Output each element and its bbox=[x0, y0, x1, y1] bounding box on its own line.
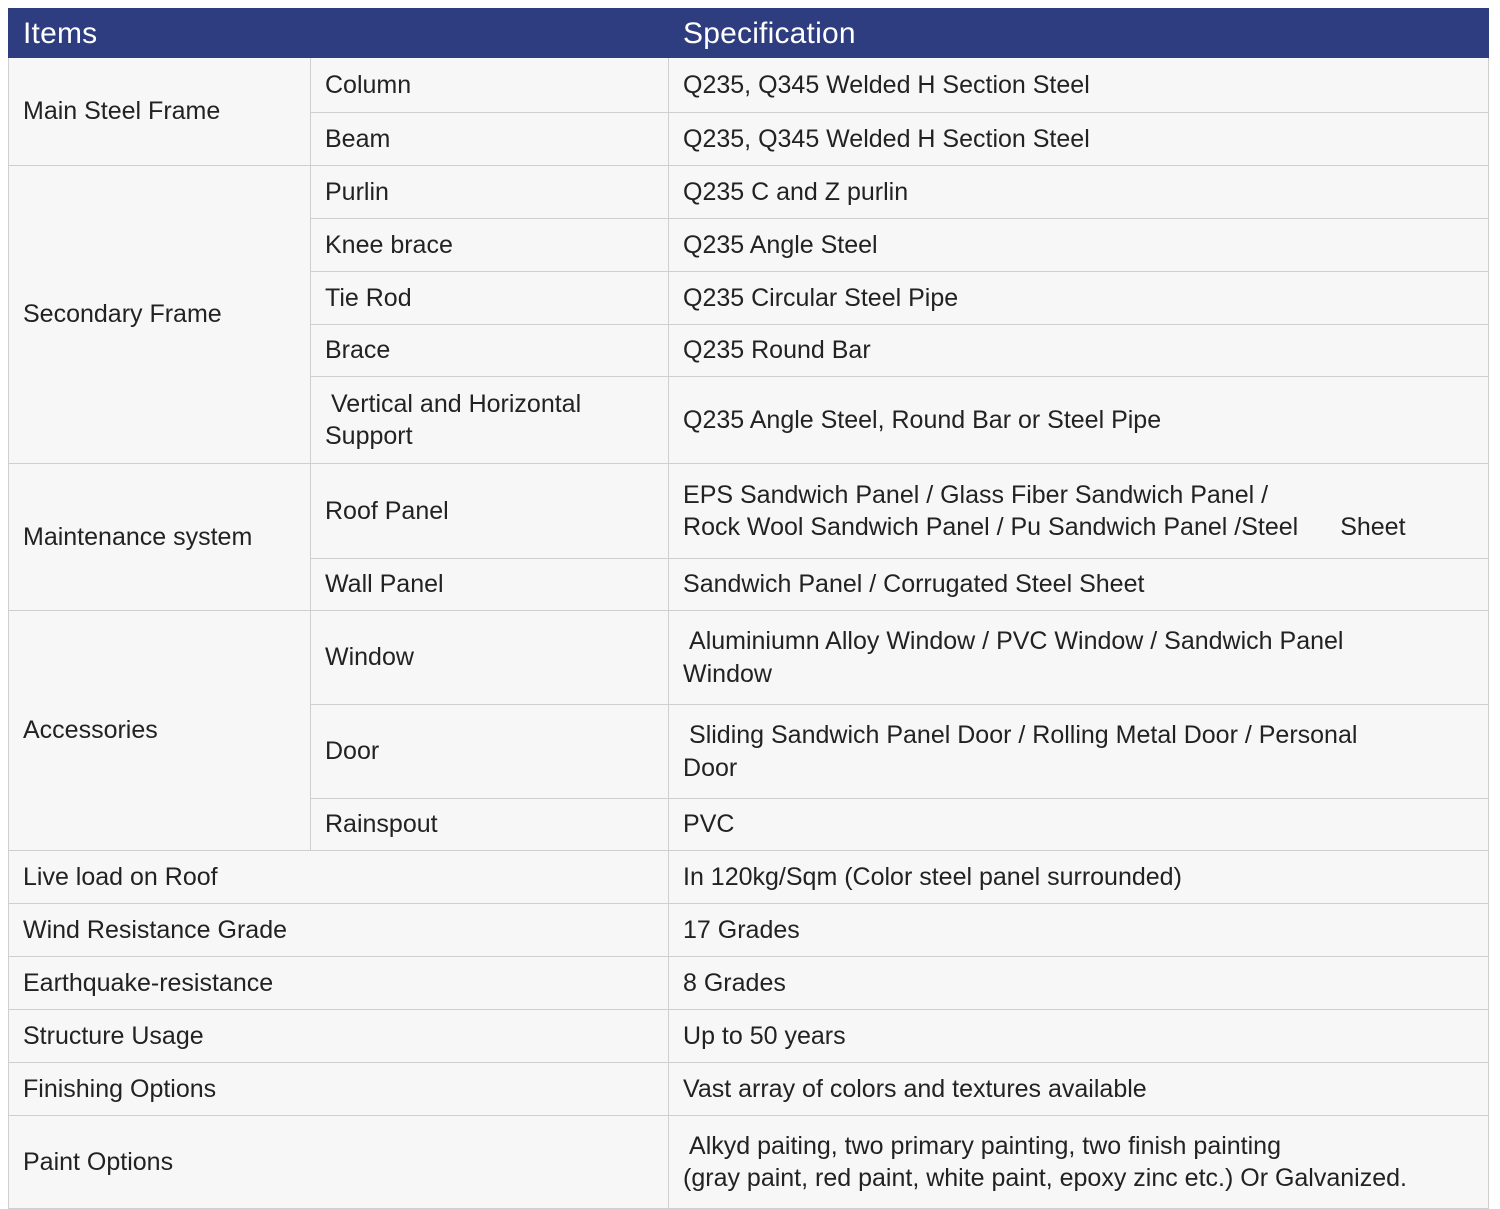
spec-value-vertical-horizontal-support: Q235 Angle Steel, Round Bar or Steel Pip… bbox=[668, 376, 1490, 464]
table-row: Structure Usage Up to 50 years bbox=[7, 1009, 1490, 1063]
header-items: Items bbox=[7, 8, 670, 58]
spec-line-2-part-b: Sheet bbox=[1340, 513, 1406, 541]
item-label-door: Door bbox=[309, 704, 670, 799]
spec-value-finishing-options: Vast array of colors and textures availa… bbox=[668, 1062, 1490, 1116]
spec-line-2: Rock Wool Sandwich Panel / Pu Sandwich P… bbox=[683, 511, 1488, 544]
group-label-maintenance-system: Maintenance system bbox=[8, 463, 311, 611]
item-label-tie-rod: Tie Rod bbox=[309, 271, 670, 325]
spec-line-1: Alkyd paiting, two primary painting, two… bbox=[689, 1131, 1281, 1160]
item-label-line-1: Vertical and Horizontal bbox=[331, 389, 582, 418]
spec-value-wind-resistance-grade: 17 Grades bbox=[668, 903, 1490, 957]
table-row: Live load on Roof In 120kg/Sqm (Color st… bbox=[7, 850, 1490, 904]
spec-value-earthquake-resistance: 8 Grades bbox=[668, 956, 1490, 1010]
spec-value-window: Aluminiumn Alloy Window / PVC Window / S… bbox=[668, 610, 1490, 705]
table-row: Secondary Frame Purlin Q235 C and Z purl… bbox=[8, 165, 1490, 464]
spec-value-live-load-on-roof: In 120kg/Sqm (Color steel panel surround… bbox=[668, 850, 1490, 904]
item-label-structure-usage: Structure Usage bbox=[7, 1009, 670, 1063]
spec-line-2: (gray paint, red paint, white paint, epo… bbox=[683, 1164, 1407, 1192]
spec-value-beam: Q235, Q345 Welded H Section Steel bbox=[668, 112, 1490, 166]
building-specification-table: Items Specification Main Steel Frame Col… bbox=[7, 8, 1490, 1209]
header-specification: Specification bbox=[668, 8, 1490, 58]
spec-line-2: Door bbox=[683, 753, 738, 782]
spec-value-structure-usage: Up to 50 years bbox=[668, 1009, 1490, 1063]
spec-value-column: Q235, Q345 Welded H Section Steel bbox=[668, 57, 1490, 113]
item-label-purlin: Purlin bbox=[309, 165, 670, 219]
spec-line-1: Aluminiumn Alloy Window / PVC Window / S… bbox=[689, 627, 1344, 655]
item-label-live-load-on-roof: Live load on Roof bbox=[7, 850, 670, 904]
spec-value-door: Sliding Sandwich Panel Door / Rolling Me… bbox=[668, 704, 1490, 799]
header-row: Items Specification bbox=[7, 8, 1490, 58]
item-label-beam: Beam bbox=[309, 112, 670, 166]
item-label-wall-panel: Wall Panel bbox=[309, 558, 670, 611]
spec-line-1: Sliding Sandwich Panel Door / Rolling Me… bbox=[689, 721, 1358, 749]
item-label-finishing-options: Finishing Options bbox=[7, 1062, 670, 1116]
item-label-window: Window bbox=[309, 610, 670, 705]
table-header: Items Specification bbox=[7, 8, 1490, 58]
spec-value-rainspout: PVC bbox=[668, 798, 1490, 851]
table-row: Wind Resistance Grade 17 Grades bbox=[7, 903, 1490, 957]
item-label-roof-panel: Roof Panel bbox=[309, 463, 670, 559]
spec-value-purlin: Q235 C and Z purlin bbox=[668, 165, 1490, 219]
item-label-vertical-horizontal-support: Vertical and Horizontal Support bbox=[309, 376, 670, 464]
group-label-main-steel-frame: Main Steel Frame bbox=[8, 57, 311, 166]
item-label-paint-options: Paint Options bbox=[7, 1115, 670, 1209]
table-row: Finishing Options Vast array of colors a… bbox=[7, 1062, 1490, 1116]
specification-table-container: Items Specification Main Steel Frame Col… bbox=[7, 8, 1490, 1209]
spec-value-brace: Q235 Round Bar bbox=[668, 324, 1490, 377]
table-row: Paint Options Alkyd paiting, two primary… bbox=[7, 1115, 1490, 1209]
table-row: Accessories Window Aluminiumn Alloy Wind… bbox=[8, 610, 1490, 851]
item-label-knee-brace: Knee brace bbox=[309, 218, 670, 272]
table-row: Maintenance system Roof Panel EPS Sandwi… bbox=[8, 463, 1490, 611]
spec-value-roof-panel: EPS Sandwich Panel / Glass Fiber Sandwic… bbox=[668, 463, 1490, 559]
item-label-brace: Brace bbox=[309, 324, 670, 377]
spec-line-2-part-a: Rock Wool Sandwich Panel / Pu Sandwich P… bbox=[683, 513, 1299, 541]
spec-value-knee-brace: Q235 Angle Steel bbox=[668, 218, 1490, 272]
item-label-column: Column bbox=[309, 57, 670, 113]
group-label-accessories: Accessories bbox=[8, 610, 311, 851]
spec-value-wall-panel: Sandwich Panel / Corrugated Steel Sheet bbox=[668, 558, 1490, 611]
group-label-secondary-frame: Secondary Frame bbox=[8, 165, 311, 464]
table-row: Main Steel Frame Column Q235, Q345 Welde… bbox=[8, 57, 1490, 166]
table-body: Main Steel Frame Column Q235, Q345 Welde… bbox=[7, 57, 1490, 1209]
item-label-rainspout: Rainspout bbox=[309, 798, 670, 851]
spec-line-2: Window bbox=[683, 659, 772, 688]
spec-line-1: EPS Sandwich Panel / Glass Fiber Sandwic… bbox=[683, 480, 1269, 509]
item-label-wind-resistance-grade: Wind Resistance Grade bbox=[7, 903, 670, 957]
item-label-line-2: Support bbox=[325, 422, 413, 450]
table-row: Earthquake-resistance 8 Grades bbox=[7, 956, 1490, 1010]
spec-value-tie-rod: Q235 Circular Steel Pipe bbox=[668, 271, 1490, 325]
spec-value-paint-options: Alkyd paiting, two primary painting, two… bbox=[668, 1115, 1490, 1209]
item-label-earthquake-resistance: Earthquake-resistance bbox=[7, 956, 670, 1010]
